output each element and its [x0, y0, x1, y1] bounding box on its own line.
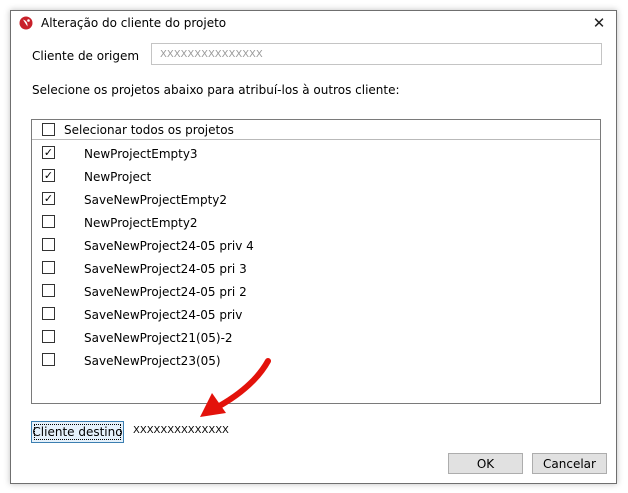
- project-row[interactable]: SaveNewProject24-05 priv 4: [32, 234, 600, 257]
- project-label: SaveNewProjectEmpty2: [84, 193, 228, 207]
- project-row[interactable]: SaveNewProject23(05): [32, 349, 600, 372]
- project-checkbox[interactable]: ✓: [42, 146, 55, 159]
- ok-button[interactable]: OK: [448, 453, 523, 474]
- project-row[interactable]: SaveNewProject24-05 priv: [32, 303, 600, 326]
- project-row[interactable]: SaveNewProject24-05 pri 2: [32, 280, 600, 303]
- project-label: SaveNewProject21(05)-2: [84, 331, 233, 345]
- cliente-destino-button[interactable]: Cliente destino: [31, 421, 124, 443]
- project-row[interactable]: NewProjectEmpty2: [32, 211, 600, 234]
- select-all-row[interactable]: Selecionar todos os projetos: [32, 120, 600, 140]
- project-row[interactable]: SaveNewProject24-05 pri 3: [32, 257, 600, 280]
- checkmark-icon: ✓: [43, 192, 54, 205]
- dialog-window: Alteração do cliente do projeto ✕ Client…: [10, 10, 617, 484]
- dialog-title: Alteração do cliente do projeto: [41, 16, 227, 30]
- cliente-origem-field[interactable]: [151, 43, 602, 65]
- project-label: SaveNewProject24-05 pri 2: [84, 285, 247, 299]
- select-all-label: Selecionar todos os projetos: [64, 123, 234, 137]
- select-all-checkbox[interactable]: [42, 123, 55, 136]
- project-row[interactable]: ✓ NewProject: [32, 165, 600, 188]
- close-icon: ✕: [592, 14, 606, 32]
- project-label: SaveNewProject24-05 pri 3: [84, 262, 247, 276]
- project-row[interactable]: ✓ SaveNewProjectEmpty2: [32, 188, 600, 211]
- project-label: SaveNewProject23(05): [84, 354, 221, 368]
- project-checkbox[interactable]: [42, 307, 55, 320]
- project-label: SaveNewProject24-05 priv 4: [84, 239, 254, 253]
- checkmark-icon: ✓: [43, 169, 54, 182]
- checkmark-icon: ✓: [43, 146, 54, 159]
- project-checkbox[interactable]: [42, 238, 55, 251]
- cliente-destino-value: XXXXXXXXXXXXXX: [133, 425, 229, 436]
- cliente-origem-label: Cliente de origem: [32, 49, 140, 63]
- project-label: SaveNewProject24-05 priv: [84, 308, 243, 322]
- title-bar[interactable]: Alteração do cliente do projeto ✕: [11, 11, 616, 35]
- project-row[interactable]: ✓ NewProjectEmpty3: [32, 142, 600, 165]
- project-checkbox[interactable]: [42, 261, 55, 274]
- project-label: NewProjectEmpty2: [84, 216, 198, 230]
- project-checkbox[interactable]: [42, 284, 55, 297]
- close-button[interactable]: ✕: [582, 11, 616, 35]
- project-checkbox[interactable]: ✓: [42, 192, 55, 205]
- project-checkbox[interactable]: [42, 215, 55, 228]
- projects-list[interactable]: Selecionar todos os projetos ✓ NewProject…: [31, 119, 601, 404]
- project-checkbox[interactable]: [42, 330, 55, 343]
- project-row[interactable]: SaveNewProject21(05)-2: [32, 326, 600, 349]
- project-checkbox[interactable]: [42, 353, 55, 366]
- app-logo-icon: [19, 16, 33, 30]
- instruction-text: Selecione os projetos abaixo para atribu…: [32, 83, 400, 97]
- project-label: NewProjectEmpty3: [84, 147, 198, 161]
- cancel-button[interactable]: Cancelar: [532, 453, 607, 474]
- project-label: NewProject: [84, 170, 152, 184]
- project-checkbox[interactable]: ✓: [42, 169, 55, 182]
